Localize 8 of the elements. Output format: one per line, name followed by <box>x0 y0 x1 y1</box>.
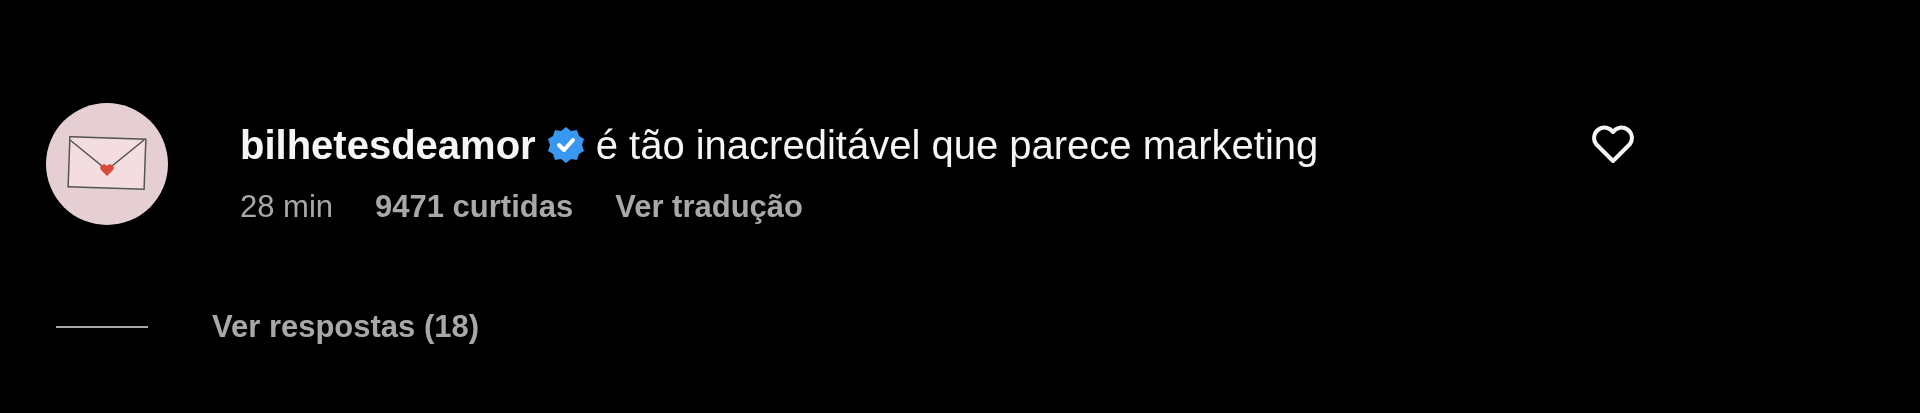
likes-count[interactable]: 9471 curtidas <box>375 189 574 225</box>
comment-text: é tão inacreditável que parece marketing <box>595 122 1319 169</box>
heart-icon[interactable] <box>1590 125 1636 165</box>
timestamp: 28 min <box>240 189 334 225</box>
username[interactable]: bilhetesdeamor <box>240 121 536 169</box>
envelope-icon <box>67 136 147 192</box>
translation-link[interactable]: Ver tradução <box>615 189 804 225</box>
view-replies-link[interactable]: Ver respostas (18) <box>212 309 480 345</box>
